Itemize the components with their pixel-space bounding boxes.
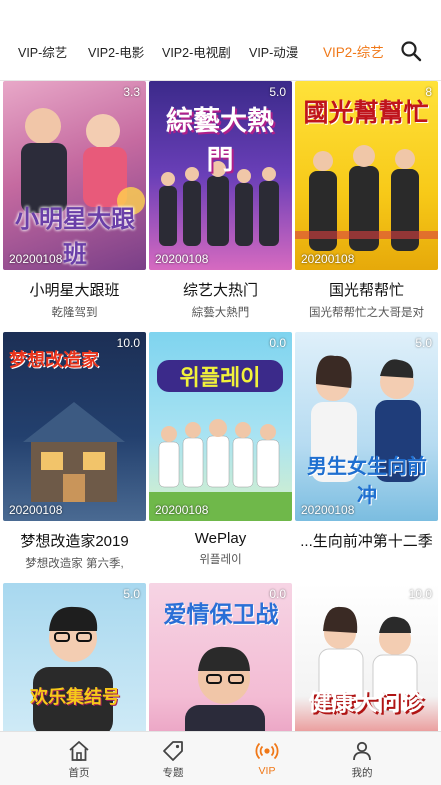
video-subtitle: 梦想改造家 第六季, — [25, 558, 124, 570]
video-card[interactable]: 欢乐集结号 5.0 — [3, 583, 146, 731]
score-badge: 5.0 — [123, 587, 140, 601]
video-card[interactable]: 健康大问诊 10.0 — [295, 583, 438, 731]
video-title: 综艺大热门 — [182, 282, 258, 299]
score-badge: 0.0 — [269, 587, 286, 601]
video-poster: 欢乐集结号 5.0 — [3, 583, 146, 731]
video-card[interactable]: 小明星大跟班 3.3 20200108 小明星大跟班 乾隆驾到 — [3, 81, 146, 320]
video-poster: 위플레이 0.0 20200108 — [149, 332, 292, 521]
nav-vip[interactable]: VIP — [227, 732, 307, 785]
date-label: 20200108 — [301, 252, 355, 266]
score-badge: 0.0 — [269, 336, 286, 350]
tab-vip-anime[interactable]: VIP-动漫 — [249, 42, 298, 61]
video-card[interactable]: 위플레이 0.0 20200108 WePlay 위플레이 — [149, 332, 292, 567]
video-subtitle: 위플레이 — [199, 554, 242, 566]
date-label: 20200108 — [155, 252, 209, 266]
nav-mine[interactable]: 我的 — [322, 732, 402, 785]
home-icon — [69, 741, 89, 761]
poster-text: 綜藝大熱門 — [166, 106, 274, 175]
video-card[interactable]: 爱情保卫战 0.0 — [149, 583, 292, 731]
video-subtitle: 綜藝大熱門 — [191, 307, 250, 319]
video-poster: 爱情保卫战 0.0 — [149, 583, 292, 731]
video-poster: 國光幫幫忙 8 20200108 — [295, 81, 438, 270]
poster-text: 男生女生向前冲 — [307, 456, 427, 507]
score-badge: 10.0 — [408, 587, 432, 601]
tab-vip2-tv[interactable]: VIP2-电视剧 — [162, 42, 231, 61]
video-card[interactable]: 綜藝大熱門 5.0 20200108 综艺大热门 綜藝大熱門 — [149, 81, 292, 320]
poster-text: 健康大问诊 — [308, 689, 424, 715]
poster-text: 爱情保卫战 — [163, 601, 279, 627]
video-poster: 小明星大跟班 3.3 20200108 — [3, 81, 146, 270]
nav-topics-label: 专题 — [162, 767, 184, 779]
search-icon[interactable] — [400, 40, 422, 62]
bottom-nav: 首页 专题 VIP 我的 — [0, 731, 441, 785]
video-title: 梦想改造家2019 — [20, 533, 129, 550]
video-card[interactable]: 梦想改造家 10.0 20200108 梦想改造家2019 梦想改造家 第六季, — [3, 332, 146, 571]
score-badge: 8 — [425, 85, 432, 99]
date-label: 20200108 — [9, 503, 63, 517]
video-title: WePlay — [194, 530, 247, 547]
poster-text: 위플레이 — [157, 360, 283, 392]
video-grid: 小明星大跟班 3.3 20200108 小明星大跟班 乾隆驾到 綜藝大熱門 5.… — [0, 81, 441, 731]
date-label: 20200108 — [155, 503, 209, 517]
broadcast-icon — [255, 742, 279, 760]
score-badge: 3.3 — [123, 85, 140, 99]
video-subtitle: 乾隆驾到 — [51, 307, 98, 319]
video-subtitle: 国光帮帮忙之大哥是对 — [309, 307, 424, 319]
video-card[interactable]: 男生女生向前冲 5.0 20200108 ...生向前冲第十二季 — [295, 332, 438, 555]
video-title: 小明星大跟班 — [29, 282, 120, 299]
video-poster: 梦想改造家 10.0 20200108 — [3, 332, 146, 521]
date-label: 20200108 — [301, 503, 355, 517]
video-title: 国光帮帮忙 — [328, 282, 404, 299]
tab-vip-variety[interactable]: VIP-综艺 — [18, 42, 67, 61]
date-label: 20200108 — [9, 252, 63, 266]
score-badge: 5.0 — [415, 336, 432, 350]
category-tab-bar: VIP-综艺 VIP2-电影 VIP2-电视剧 VIP-动漫 VIP2-综艺 — [0, 0, 441, 81]
tab-vip2-variety[interactable]: VIP2-综艺 — [323, 41, 384, 61]
video-card[interactable]: 國光幫幫忙 8 20200108 国光帮帮忙 国光帮帮忙之大哥是对 — [295, 81, 438, 320]
video-poster: 男生女生向前冲 5.0 20200108 — [295, 332, 438, 521]
video-title: ...生向前冲第十二季 — [300, 533, 433, 550]
tag-icon — [163, 741, 183, 761]
video-poster: 綜藝大熱門 5.0 20200108 — [149, 81, 292, 270]
score-badge: 10.0 — [116, 336, 140, 350]
poster-text: 國光幫幫忙 — [303, 99, 429, 127]
nav-vip-label: VIP — [258, 765, 276, 777]
nav-home[interactable]: 首页 — [39, 732, 119, 785]
nav-home-label: 首页 — [68, 767, 90, 779]
video-poster: 健康大问诊 10.0 — [295, 583, 438, 731]
nav-mine-label: 我的 — [351, 767, 373, 779]
poster-text: 欢乐集结号 — [30, 687, 120, 707]
user-icon — [353, 741, 371, 761]
nav-topics[interactable]: 专题 — [133, 732, 213, 785]
tab-vip2-movie[interactable]: VIP2-电影 — [88, 42, 144, 61]
score-badge: 5.0 — [269, 85, 286, 99]
